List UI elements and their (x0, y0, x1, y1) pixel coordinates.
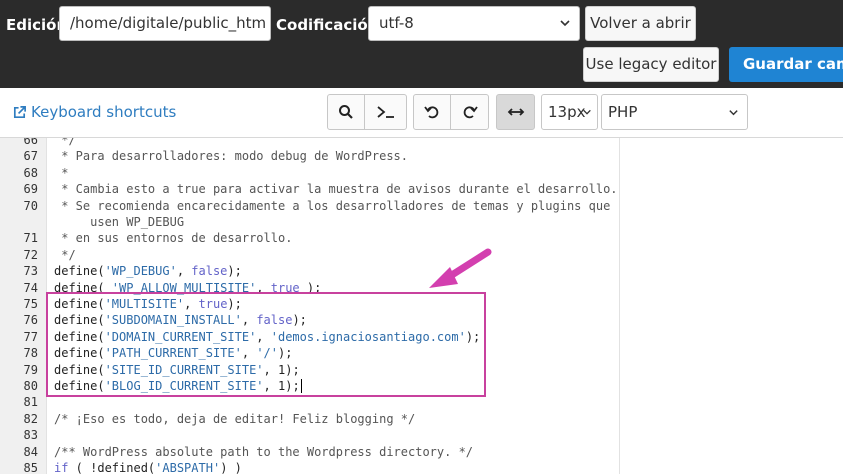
terminal-icon (376, 106, 394, 118)
editor-header-bar: Edición: /home/digitale/public_htm Codif… (0, 0, 843, 88)
code-line[interactable]: 85 if ( !defined('ABSPATH') ) (0, 460, 843, 474)
code-line[interactable]: 84 /** WordPress absolute path to the Wor… (0, 444, 843, 460)
line-number: 75 (23, 297, 38, 311)
code-token: * (54, 165, 69, 180)
annotation-arrow-icon (429, 248, 492, 288)
code-token: * Cambia esto a true para activar la mue… (54, 182, 618, 197)
code-line[interactable]: 68 * (0, 165, 843, 181)
encoding-select[interactable]: utf-8 (368, 6, 580, 41)
use-legacy-editor-button[interactable]: Use legacy editor (583, 47, 719, 82)
code-line[interactable]: 66 */ (0, 138, 843, 148)
code-text: */ (54, 138, 76, 148)
code-text: /* ¡Eso es todo, deja de editar! Feliz b… (54, 411, 415, 427)
code-editor[interactable]: 66 */67 * Para desarrolladores: modo deb… (0, 138, 843, 474)
code-line[interactable]: 67 * Para desarrolladores: modo debug de… (0, 148, 843, 164)
line-number: 83 (23, 428, 38, 443)
font-size-select[interactable]: 13px (541, 94, 598, 130)
line-number: 67 (23, 149, 38, 164)
code-token: 'ABSPATH' (155, 461, 221, 474)
code-token: , (176, 264, 192, 279)
code-token: ( !defined( (68, 461, 156, 474)
code-token: if (54, 461, 69, 474)
code-token: /** WordPress absolute path to the Wordp… (54, 444, 474, 459)
code-token: define( (54, 264, 105, 279)
redo-button[interactable] (450, 94, 489, 130)
code-text: * Se recomienda encarecidamente a los de… (54, 198, 610, 214)
code-line[interactable]: 69 * Cambia esto a true para activar la … (0, 181, 843, 197)
code-line[interactable]: 83 (0, 427, 843, 443)
line-number: 74 (23, 280, 38, 295)
line-number: 68 (23, 165, 38, 180)
code-line[interactable]: usen WP_DEBUG (0, 214, 843, 230)
keyboard-shortcuts-link[interactable]: Keyboard shortcuts (12, 103, 176, 121)
redo-icon (463, 106, 478, 119)
line-number: 81 (23, 395, 38, 410)
line-number: 84 (23, 444, 38, 459)
code-line[interactable]: 70 * Se recomienda encarecidamente a los… (0, 198, 843, 214)
code-token: * Se recomienda encarecidamente a los de… (54, 198, 611, 213)
go-to-line-button[interactable] (364, 94, 407, 130)
code-text: * (54, 165, 68, 181)
keyboard-shortcuts-label: Keyboard shortcuts (31, 103, 177, 121)
code-text: * Cambia esto a true para activar la mue… (54, 181, 618, 197)
code-token: ) ) (220, 461, 242, 474)
line-number: 71 (23, 231, 38, 246)
search-button[interactable] (327, 94, 365, 130)
code-token: usen WP_DEBUG (54, 215, 185, 229)
code-token: ); (227, 264, 242, 279)
save-changes-button[interactable]: Guardar cambios (729, 47, 843, 82)
undo-icon (424, 106, 439, 119)
line-number: 69 (23, 182, 38, 197)
chevron-down-icon (560, 20, 570, 27)
external-link-icon (13, 105, 26, 118)
word-wrap-toggle[interactable] (496, 94, 535, 130)
line-number: 72 (23, 247, 38, 262)
line-number: 70 (23, 198, 38, 213)
code-token: false (191, 264, 228, 279)
code-token: */ (54, 138, 76, 147)
code-text: */ (54, 247, 76, 263)
code-token: * en sus entornos de desarrollo. (54, 231, 293, 246)
line-number: 73 (23, 264, 38, 279)
language-select[interactable]: PHP (601, 94, 748, 130)
chevron-down-icon (729, 110, 738, 116)
code-line[interactable]: 82 /* ¡Eso es todo, deja de editar! Feliz… (0, 411, 843, 427)
line-number: 80 (23, 379, 38, 393)
line-number: 82 (23, 411, 38, 426)
code-text: * en sus entornos de desarrollo. (54, 230, 292, 246)
line-number: 66 (23, 138, 38, 147)
line-number: 79 (23, 362, 38, 377)
line-number: 76 (23, 313, 38, 328)
code-text: /** WordPress absolute path to the Wordp… (54, 444, 473, 460)
file-path-input[interactable]: /home/digitale/public_htm (59, 6, 271, 41)
code-text: usen WP_DEBUG (54, 214, 184, 230)
chevron-down-icon (583, 109, 591, 115)
line-number: 77 (23, 329, 38, 344)
wrap-icon (507, 108, 524, 116)
editor-toolbar: Keyboard shortcuts 13px PHP (0, 88, 843, 138)
reopen-button[interactable]: Volver a abrir (585, 6, 696, 41)
text-cursor (301, 379, 302, 393)
line-number: 78 (23, 346, 38, 361)
code-text: if ( !defined('ABSPATH') ) (54, 460, 242, 474)
undo-button[interactable] (413, 94, 451, 130)
code-token: * Para desarrolladores: modo debug de Wo… (54, 149, 409, 164)
code-token: */ (54, 247, 76, 262)
search-icon (339, 105, 353, 119)
highlight-rectangle (46, 292, 486, 397)
line-number: 85 (23, 461, 38, 474)
code-token: /* ¡Eso es todo, deja de editar! Feliz b… (54, 411, 416, 426)
language-value: PHP (608, 103, 638, 121)
code-text: * Para desarrolladores: modo debug de Wo… (54, 148, 408, 164)
encoding-value: utf-8 (379, 14, 414, 32)
code-text: define('WP_DEBUG', false); (54, 263, 242, 279)
code-token: 'WP_DEBUG' (104, 264, 177, 279)
font-size-value: 13px (548, 103, 586, 121)
